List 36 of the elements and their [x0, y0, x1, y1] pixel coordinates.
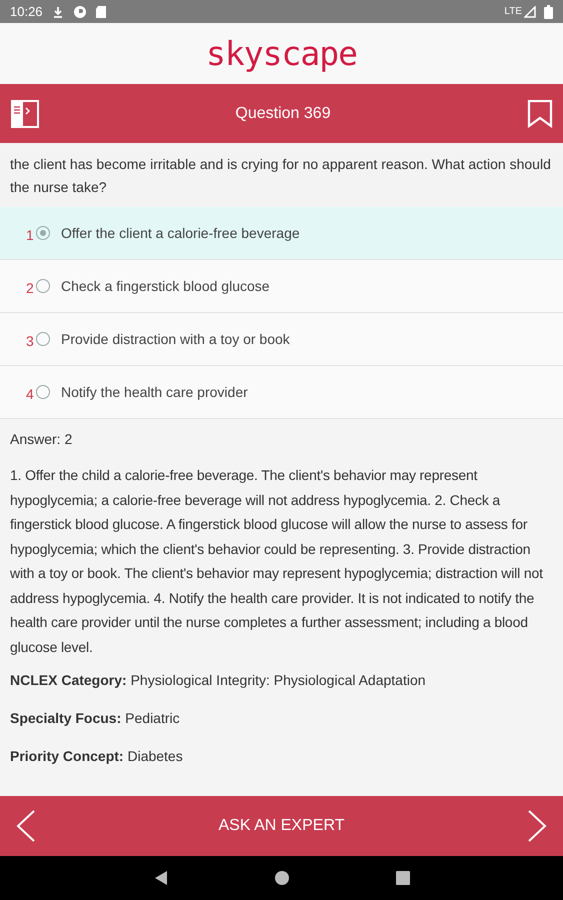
header-title: Question 369 — [235, 104, 331, 122]
status-time: 10:26 — [10, 4, 43, 19]
info-text: Specialty Focus: Pediatric — [10, 710, 181, 726]
option-text: Notify the health care provider — [61, 384, 248, 400]
chevron-right-icon[interactable] — [526, 809, 548, 843]
option-number: 2 — [26, 280, 35, 296]
chevron-left-icon[interactable] — [15, 809, 37, 843]
battery-icon — [544, 4, 553, 18]
option-text: Provide distraction with a toy or book — [61, 331, 290, 347]
radio-button[interactable] — [36, 385, 50, 399]
logo: skyscape — [206, 34, 357, 73]
signal-icon — [524, 6, 536, 18]
radio-button[interactable] — [36, 279, 50, 293]
option-number: 3 — [26, 333, 35, 349]
bookmark-icon[interactable] — [527, 100, 553, 128]
option-number: 1 — [26, 227, 35, 243]
home-icon[interactable] — [274, 870, 290, 886]
answer-option[interactable]: 2 Check a fingerstick blood glucose — [0, 260, 563, 313]
option-text: Check a fingerstick blood glucose — [61, 278, 270, 294]
info-text: Priority Concept: Diabetes — [10, 748, 184, 764]
option-text: Offer the client a calorie-free beverage — [61, 225, 300, 241]
circle-icon — [72, 4, 87, 18]
answer-text: Answer: 2 — [10, 431, 74, 447]
radio-button[interactable] — [36, 332, 50, 346]
book-icon[interactable] — [11, 100, 39, 128]
option-number: 4 — [26, 386, 35, 402]
radio-button[interactable] — [36, 226, 50, 240]
recents-icon[interactable] — [394, 870, 410, 886]
back-icon[interactable] — [152, 870, 168, 886]
network-label: LTE — [504, 6, 522, 17]
info-text: NCLEX Category: Physiological Integrity: Physiological Adaptation — [10, 672, 427, 688]
sd-card-icon — [94, 4, 107, 18]
answer-option[interactable]: 3 Provide distraction with a toy or book — [0, 313, 563, 366]
answer-option[interactable]: 1 Offer the client a calorie-free beverage — [0, 207, 563, 260]
ask-expert-button[interactable]: ASK AN EXPERT — [212, 811, 350, 841]
explanation-text: 1. Offer the child a calorie-free beverage. The client's behavior may represent hypoglycemia; a calorie-free beverage will not address hypoglycemia. 2. Check a fingerstick blood glucose. A fingerstick blood glucose will allow the nurse to assess for hypoglycemia; which the client's behavior could be representing. 3. Provide distraction with a toy or book. The client's behavior may represent hypoglycemia; distraction will not address hypoglycemia. 4. Notify the health care provider. It is not indicated to notify the health care provider until the nurse completes a further assessment; including a blood glucose level. — [10, 466, 544, 657]
